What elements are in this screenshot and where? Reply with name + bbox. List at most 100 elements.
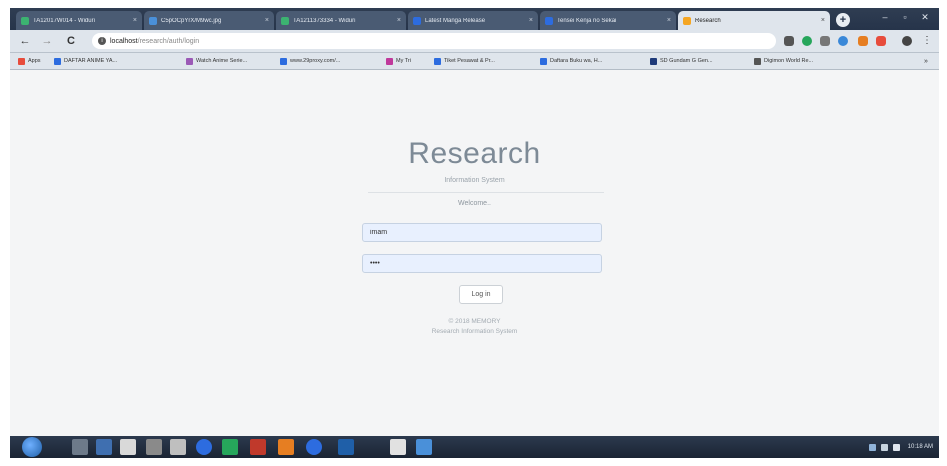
minimize-button[interactable]: –: [876, 10, 894, 24]
taskbar-app-10-icon[interactable]: [306, 439, 322, 455]
extension-orange-icon[interactable]: [858, 36, 868, 46]
close-window-button[interactable]: ✕: [916, 10, 934, 24]
bookmark-label: SD Gundam G Gen...: [660, 58, 713, 64]
menu-kebab-icon[interactable]: ⋮: [920, 34, 934, 48]
new-tab-button[interactable]: +: [836, 13, 850, 27]
bookmarks-bar: Apps DAFTAR ANIME YA... Watch Anime Seri…: [10, 53, 939, 70]
password-field[interactable]: [362, 254, 602, 273]
taskbar-app-12-icon[interactable]: [390, 439, 406, 455]
tab-3[interactable]: TA1211373334 - Widuri ×: [276, 11, 406, 30]
tab-1[interactable]: TA12017W014 - Widuri ×: [16, 11, 142, 30]
extension-blue-icon[interactable]: [838, 36, 848, 46]
screen-frame: TA12017W014 - Widuri × C5pOCpYrX/M9wc.jp…: [10, 8, 939, 458]
tab-5-favicon-icon: [545, 16, 553, 25]
tab-4-close-icon[interactable]: ×: [529, 17, 533, 24]
bookmark-my-tri[interactable]: My Tri: [386, 55, 411, 67]
copyright-text: © 2018 MEMORY: [448, 318, 501, 325]
tab-3-close-icon[interactable]: ×: [397, 17, 401, 24]
bookmark-sd-gundam[interactable]: SD Gundam G Gen...: [650, 55, 713, 67]
taskbar-app-8-icon[interactable]: [250, 439, 266, 455]
tab-1-close-icon[interactable]: ×: [133, 17, 137, 24]
extension-red-icon[interactable]: [876, 36, 886, 46]
taskbar-chrome-icon[interactable]: [196, 439, 212, 455]
bookmark-favicon-icon: [186, 57, 193, 65]
tab-2-close-icon[interactable]: ×: [265, 17, 269, 24]
taskbar-app-3-icon[interactable]: [120, 439, 136, 455]
taskbar-app-5-icon[interactable]: [170, 439, 186, 455]
title-divider: [368, 192, 604, 193]
bookmark-favicon-icon: [650, 57, 657, 65]
taskbar-app-1-icon[interactable]: [72, 439, 88, 455]
page-viewport: Research Information System Welcome.. Lo…: [10, 70, 939, 436]
url-host: localhost: [110, 37, 138, 45]
browser-toolbar: ← → C i localhost /research/auth/login ⋮: [10, 30, 939, 53]
more-bookmarks-icon[interactable]: »: [924, 55, 928, 67]
tab-2-favicon-icon: [149, 16, 157, 25]
page-title: Research: [408, 137, 541, 170]
taskbar-app-4-icon[interactable]: [146, 439, 162, 455]
system-tray: 10:18 AM: [864, 436, 933, 458]
tab-1-favicon-icon: [21, 16, 29, 25]
bookmark-favicon-icon: [386, 57, 393, 65]
bookmark-daftara-buku[interactable]: Daftara Buku wa, H...: [540, 55, 602, 67]
taskbar-app-11-icon[interactable]: [338, 439, 354, 455]
maximize-button[interactable]: ▫: [896, 10, 914, 24]
page-subtitle: Information System: [444, 177, 505, 184]
tab-research-close-icon[interactable]: ×: [821, 17, 825, 24]
bookmark-apps[interactable]: Apps: [18, 55, 41, 67]
tab-4[interactable]: Latest Manga Release ×: [408, 11, 538, 30]
bookmark-label: Watch Anime Serie...: [196, 58, 248, 64]
tab-3-label: TA1211373334 - Widuri: [293, 17, 356, 24]
tab-2[interactable]: C5pOCpYrX/M9wc.jpg ×: [144, 11, 274, 30]
welcome-text: Welcome..: [458, 200, 491, 207]
login-button[interactable]: Log in: [459, 285, 503, 304]
extension-green-icon[interactable]: [802, 36, 812, 46]
bookmark-label: Daftara Buku wa, H...: [550, 58, 603, 64]
tab-research-favicon-icon: [683, 16, 691, 25]
taskbar-app-9-icon[interactable]: [278, 439, 294, 455]
reload-button[interactable]: C: [64, 34, 78, 48]
volume-icon[interactable]: [892, 443, 900, 451]
bookmark-label: Apps: [28, 58, 41, 64]
bookmark-daftar-anime[interactable]: DAFTAR ANIME YA...: [54, 55, 117, 67]
battery-icon[interactable]: [880, 443, 888, 451]
browser-tab-strip: TA12017W014 - Widuri × C5pOCpYrX/M9wc.jp…: [10, 8, 939, 30]
back-button[interactable]: ←: [18, 34, 32, 48]
start-button[interactable]: [22, 437, 42, 457]
network-icon[interactable]: [868, 443, 876, 451]
bookmark-label: Digimon World Re...: [764, 58, 814, 64]
extension-gray-icon[interactable]: [820, 36, 830, 46]
bookmark-watch-anime[interactable]: Watch Anime Serie...: [186, 55, 247, 67]
apps-grid-icon: [18, 57, 25, 65]
bookmark-favicon-icon: [754, 57, 761, 65]
bookmark-favicon-icon: [280, 57, 287, 65]
tab-5[interactable]: Tensei Kenja no Sekai ×: [540, 11, 676, 30]
site-info-icon[interactable]: i: [98, 37, 106, 45]
taskbar-app-13-icon[interactable]: [416, 439, 432, 455]
bookmark-label: www.29proxy.com/...: [290, 58, 341, 64]
bookmark-favicon-icon: [434, 57, 441, 65]
bookmark-digimon[interactable]: Digimon World Re...: [754, 55, 813, 67]
tab-2-label: C5pOCpYrX/M9wc.jpg: [161, 17, 222, 24]
tab-3-favicon-icon: [281, 16, 289, 25]
taskbar-clock[interactable]: 10:18 AM: [908, 444, 933, 450]
bookmark-favicon-icon: [54, 57, 61, 65]
forward-button[interactable]: →: [40, 34, 54, 48]
tab-research-label: Research: [695, 17, 721, 24]
tab-research[interactable]: Research ×: [678, 11, 830, 30]
tab-5-label: Tensei Kenja no Sekai: [557, 17, 617, 24]
url-path: /research/auth/login: [137, 37, 200, 45]
profile-avatar[interactable]: [902, 36, 912, 46]
address-bar[interactable]: i localhost /research/auth/login: [92, 33, 776, 49]
username-field[interactable]: [362, 223, 602, 242]
bookmark-label: DAFTAR ANIME YA...: [64, 58, 118, 64]
bookmark-label: Tiket Pesawat & Pr...: [444, 58, 495, 64]
taskbar-app-2-icon[interactable]: [96, 439, 112, 455]
key-icon[interactable]: [784, 36, 794, 46]
bookmark-tiket-pesawat[interactable]: Tiket Pesawat & Pr...: [434, 55, 495, 67]
tab-5-close-icon[interactable]: ×: [667, 17, 671, 24]
taskbar-app-7-icon[interactable]: [222, 439, 238, 455]
tab-4-favicon-icon: [413, 16, 421, 25]
bookmark-proxy[interactable]: www.29proxy.com/...: [280, 55, 340, 67]
footer-system-name: Research Information System: [431, 328, 518, 335]
